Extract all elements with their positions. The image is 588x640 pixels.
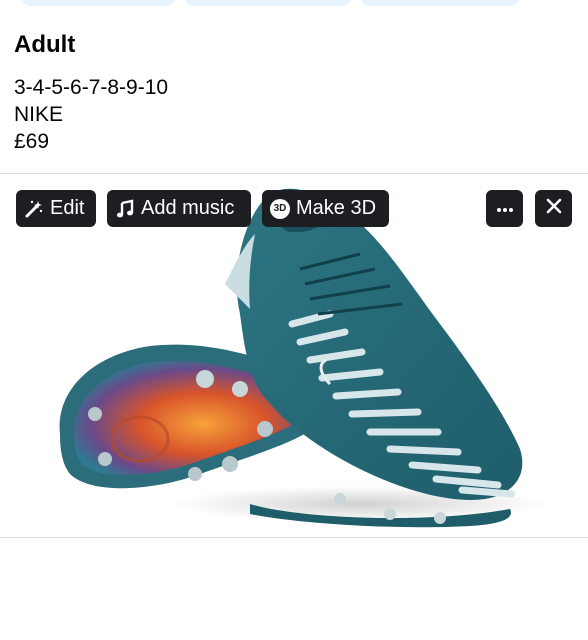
more-options-button[interactable] bbox=[486, 190, 523, 227]
more-dots-icon bbox=[496, 200, 514, 218]
add-music-button[interactable]: Add music bbox=[107, 190, 251, 227]
top-pill-1[interactable] bbox=[22, 0, 175, 6]
post-title: Adult bbox=[14, 31, 76, 58]
close-icon bbox=[545, 197, 563, 220]
add-music-label: Add music bbox=[141, 197, 235, 219]
edit-label: Edit bbox=[50, 197, 85, 219]
make-3d-button[interactable]: 3D Make 3D bbox=[262, 190, 389, 227]
post-brand: NIKE bbox=[14, 103, 64, 126]
post-sizes: 3-4-5-6-7-8-9-10 bbox=[14, 76, 169, 99]
close-button[interactable] bbox=[535, 190, 572, 227]
top-action-pills bbox=[0, 0, 588, 8]
music-note-icon bbox=[115, 199, 135, 219]
product-photo[interactable] bbox=[0, 174, 588, 538]
divider-bottom bbox=[0, 537, 588, 538]
3d-cube-icon: 3D bbox=[270, 198, 290, 219]
post-price: £69 bbox=[14, 130, 50, 153]
make-3d-label: Make 3D bbox=[296, 197, 377, 219]
3d-badge: 3D bbox=[270, 198, 290, 219]
football-boots-image bbox=[59, 188, 550, 528]
edit-button[interactable]: Edit bbox=[16, 190, 96, 227]
top-pill-3[interactable] bbox=[361, 0, 519, 6]
boot-upper bbox=[225, 188, 523, 528]
post-text: Adult 3-4-5-6-7-8-9-10 NIKE £69 bbox=[14, 30, 574, 155]
magic-wand-icon bbox=[24, 199, 44, 219]
top-pill-2[interactable] bbox=[185, 0, 351, 6]
